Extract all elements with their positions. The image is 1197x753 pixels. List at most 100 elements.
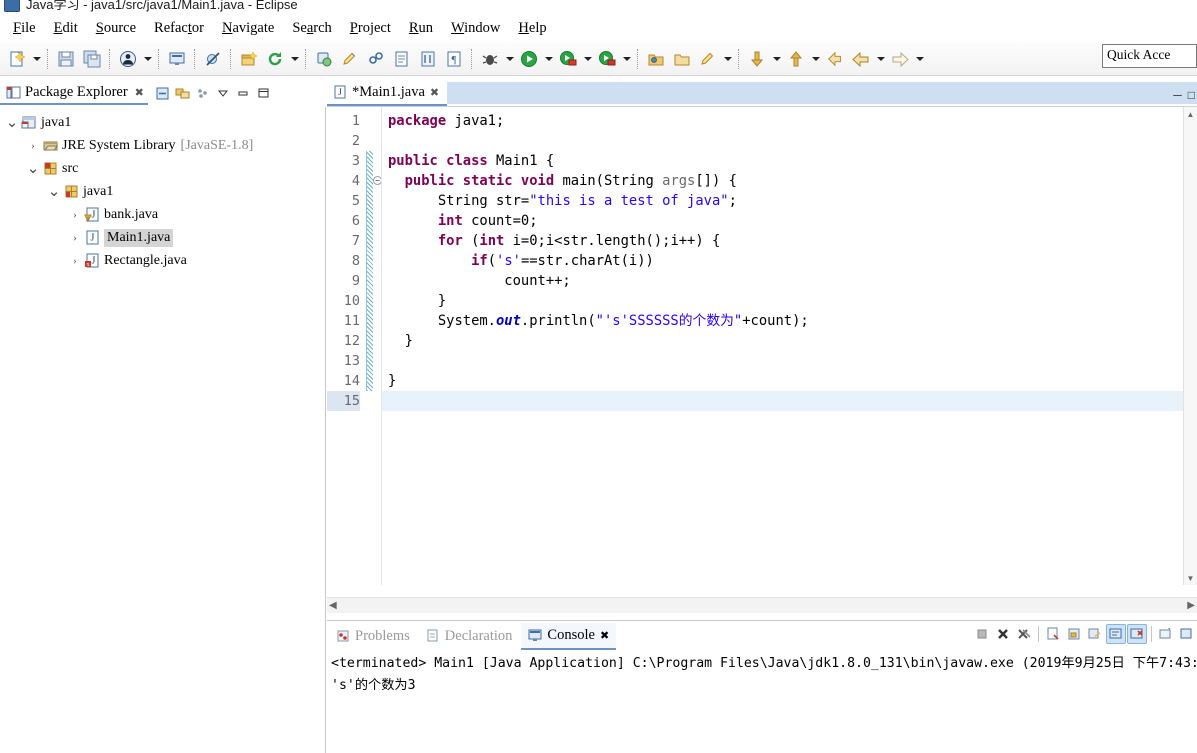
pin-console-icon[interactable] — [1127, 624, 1147, 644]
code-line[interactable] — [382, 131, 1197, 151]
tab-package-explorer[interactable]: Package Explorer ✖ — [0, 82, 148, 105]
view-menu-dots-icon[interactable] — [194, 84, 212, 102]
code-area[interactable]: 1 2 3 4 5 6 7 8 9 10 11 12 13 14 15 − package java1; p… — [327, 107, 1197, 585]
menu-file[interactable]: File — [4, 17, 45, 40]
tree-item-src[interactable]: ⌄ src — [0, 157, 325, 180]
debug-dropdown-icon[interactable] — [141, 47, 154, 71]
view-menu-icon[interactable] — [214, 84, 232, 102]
tree-item-java1[interactable]: ⌄ java1 — [0, 180, 325, 203]
scroll-up-icon[interactable]: ▲ — [1184, 107, 1197, 121]
code-line[interactable] — [382, 391, 1197, 411]
code-line[interactable]: String str="this is a test of java"; — [382, 191, 1197, 211]
code-line[interactable]: } — [382, 371, 1197, 391]
refresh-dropdown-icon[interactable] — [288, 47, 301, 71]
open-folder-icon[interactable] — [644, 47, 668, 71]
menu-edit[interactable]: Edit — [45, 17, 87, 40]
save-icon[interactable] — [54, 47, 78, 71]
code-line[interactable]: for (int i=0;i<str.length();i++) { — [382, 231, 1197, 251]
code-line[interactable]: } — [382, 291, 1197, 311]
code-line[interactable]: public class Main1 { — [382, 151, 1197, 171]
open-console-icon[interactable] — [165, 47, 189, 71]
code-line[interactable] — [382, 351, 1197, 371]
minimize-icon[interactable] — [234, 84, 252, 102]
code-line[interactable]: int count=0; — [382, 211, 1197, 231]
tab-console[interactable]: Console ✖ — [521, 622, 617, 650]
close-icon[interactable]: ✖ — [430, 86, 439, 99]
remove-all-terminated-icon[interactable] — [1014, 624, 1034, 644]
close-icon[interactable]: ✖ — [600, 629, 609, 642]
menu-run[interactable]: Run — [400, 17, 442, 40]
chevron-down-icon[interactable]: ⌄ — [46, 184, 62, 199]
clear-console-icon[interactable] — [1043, 624, 1063, 644]
forward-dropdown-icon[interactable] — [913, 47, 926, 71]
external-tools-dropdown-icon[interactable] — [581, 47, 594, 71]
scroll-left-icon[interactable]: ◀ — [329, 600, 337, 611]
run-icon[interactable] — [517, 47, 541, 71]
display-selected-console-icon[interactable] — [1156, 624, 1176, 644]
minimize-icon[interactable]: ─ — [1173, 88, 1182, 102]
coverage-icon[interactable] — [595, 47, 619, 71]
debug-config-dropdown-icon[interactable] — [503, 47, 516, 71]
debug-person-icon[interactable] — [116, 47, 140, 71]
tree-item-rectangle-java[interactable]: › Jx Rectangle.java — [0, 249, 325, 272]
tab-declaration[interactable]: Declaration — [419, 624, 520, 649]
menu-refactor[interactable]: Refactor — [145, 17, 213, 40]
pencil-icon[interactable] — [338, 47, 362, 71]
scroll-right-icon[interactable]: ▶ — [1187, 600, 1195, 611]
collapse-all-icon[interactable] — [154, 84, 172, 102]
open-task-icon[interactable] — [312, 47, 336, 71]
back-icon[interactable] — [849, 47, 873, 71]
tree-item-jre-system-library[interactable]: › JRE System Library [JavaSE-1.8] — [0, 134, 325, 157]
folding-gutter[interactable]: − — [365, 107, 382, 585]
new-package-icon[interactable] — [237, 47, 261, 71]
lock-scroll-icon[interactable] — [1064, 624, 1084, 644]
tree-item-java1[interactable]: ⌄ java1 — [0, 111, 325, 134]
editor-vertical-scrollbar[interactable]: ▲ ▼ — [1183, 107, 1197, 585]
open-resource-icon[interactable] — [416, 47, 440, 71]
close-icon[interactable]: ✖ — [135, 86, 144, 99]
code-line[interactable]: if('s'==str.charAt(i)) — [382, 251, 1197, 271]
tree-item-main1-java[interactable]: › J Main1.java — [0, 226, 325, 249]
forward-icon[interactable] — [888, 47, 912, 71]
menu-project[interactable]: Project — [341, 17, 400, 40]
code-text[interactable]: package java1; public class Main1 { publ… — [381, 107, 1197, 585]
code-line[interactable]: } — [382, 331, 1197, 351]
remove-launch-icon[interactable] — [993, 624, 1013, 644]
new-wizard-icon[interactable] — [5, 47, 29, 71]
menu-search[interactable]: Search — [283, 17, 340, 40]
menu-window[interactable]: Window — [442, 17, 509, 40]
chevron-down-icon[interactable]: ⌄ — [4, 115, 20, 130]
link-icon[interactable] — [364, 47, 388, 71]
editor-horizontal-scrollbar[interactable]: ◀ ▶ — [327, 597, 1197, 613]
external-tools-icon[interactable] — [556, 47, 580, 71]
menu-source[interactable]: Source — [87, 17, 145, 40]
code-line[interactable]: System.out.println("'s'SSSSSS的个数为"+count… — [382, 311, 1197, 331]
open-console-icon[interactable] — [1177, 624, 1197, 644]
open-folder-alt-icon[interactable] — [670, 47, 694, 71]
format-icon[interactable] — [696, 47, 720, 71]
show-console-on-output-icon[interactable] — [1085, 624, 1105, 644]
format-dropdown-icon[interactable] — [721, 47, 734, 71]
maximize-icon[interactable]: □ — [1188, 88, 1195, 102]
last-edit-icon[interactable] — [823, 47, 847, 71]
coverage-dropdown-icon[interactable] — [620, 47, 633, 71]
tab-problems[interactable]: Problems — [329, 624, 417, 649]
next-annotation-icon[interactable] — [745, 47, 769, 71]
run-config-dropdown-icon[interactable] — [542, 47, 555, 71]
prev-annotation-dropdown-icon[interactable] — [809, 47, 822, 71]
word-wrap-icon[interactable] — [1106, 624, 1126, 644]
next-annotation-dropdown-icon[interactable] — [770, 47, 783, 71]
chevron-down-icon[interactable]: ⌄ — [25, 161, 41, 176]
chevron-right-icon[interactable]: › — [67, 255, 83, 267]
new-wizard-dropdown-icon[interactable] — [30, 47, 43, 71]
link-with-editor-icon[interactable] — [174, 84, 192, 102]
menu-help[interactable]: Help — [509, 17, 555, 40]
code-line[interactable]: public static void main(String args[]) { — [382, 171, 1197, 191]
console-output[interactable]: <terminated> Main1 [Java Application] C:… — [327, 651, 1197, 753]
open-type-icon[interactable] — [390, 47, 414, 71]
chevron-right-icon[interactable]: › — [67, 232, 83, 244]
maximize-icon[interactable] — [254, 84, 272, 102]
menu-navigate[interactable]: Navigate — [213, 17, 283, 40]
code-line[interactable]: count++; — [382, 271, 1197, 291]
chevron-right-icon[interactable]: › — [25, 140, 41, 152]
